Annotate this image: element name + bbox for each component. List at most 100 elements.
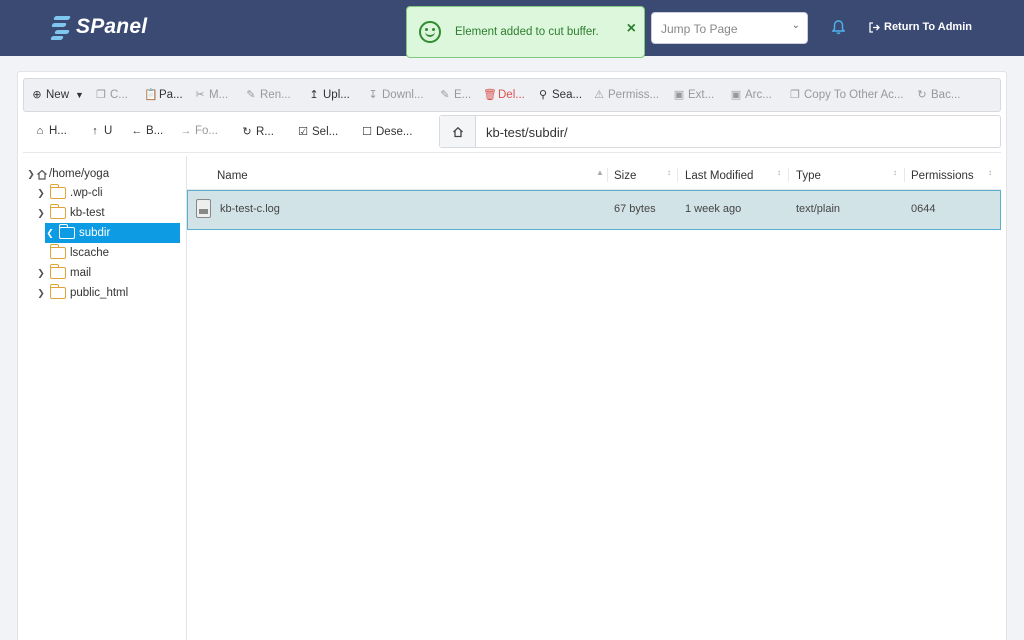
chevron-down-icon: ▼ [75, 89, 84, 100]
search-button[interactable]: ⚲ Sea... [537, 88, 582, 102]
toast-message: Element added to cut buffer. [455, 26, 599, 38]
file-name: kb-test-c.log [220, 203, 280, 215]
search-icon: ⚲ [538, 89, 548, 101]
smile-icon [419, 21, 441, 43]
folder-icon [49, 184, 66, 199]
tree-item-subdir[interactable]: ❮ subdir [45, 223, 180, 243]
folder-icon [49, 204, 66, 219]
file-last-modified: 1 week ago [685, 203, 742, 215]
column-header-name[interactable]: Name [217, 170, 248, 182]
close-icon[interactable]: × [627, 21, 636, 37]
sort-icon[interactable]: ↕ [988, 168, 992, 177]
new-button[interactable]: ⊕ New ▼ [31, 88, 84, 102]
deselect-button[interactable]: ☐ Dese... [361, 125, 412, 139]
folder-icon [49, 284, 66, 299]
up-button[interactable]: ↑ U [89, 125, 112, 137]
tree-root[interactable]: ❯ /home/yoga [26, 164, 109, 184]
spanel-logo[interactable]: SPanel [50, 14, 147, 40]
column-separator [788, 168, 789, 182]
move-button[interactable]: ✂ M... [194, 88, 228, 102]
checkbox-empty-icon: ☐ [362, 126, 372, 138]
refresh-icon: ↻ [917, 89, 927, 101]
extract-button[interactable]: ▣ Ext... [673, 88, 714, 102]
archive-icon: ▣ [730, 89, 742, 101]
file-icon [196, 199, 211, 218]
sort-icon[interactable]: ↕ [667, 168, 671, 177]
tree-root-label: /home/yoga [49, 168, 110, 180]
tree-item-mail[interactable]: ❯ mail [36, 263, 91, 283]
copy-to-other-account-button[interactable]: ❐ Copy To Other Ac... [789, 88, 903, 102]
edit-icon: ✎ [440, 89, 450, 101]
refresh-button[interactable]: ↻ R... [241, 125, 274, 139]
copy-icon: ❐ [96, 89, 106, 101]
copy-button[interactable]: ❐ C... [95, 88, 128, 102]
arrow-right-icon: → [180, 125, 192, 137]
chevron-right-icon: ❯ [27, 168, 35, 179]
column-header-size[interactable]: Size [614, 170, 636, 182]
chevron-down-icon: ❮ [46, 227, 54, 238]
upload-button[interactable]: ↥ Upl... [308, 88, 349, 102]
logo-mark-icon [50, 14, 72, 40]
table-row[interactable] [187, 190, 1001, 230]
folder-icon [58, 224, 75, 239]
tree-item-public-html[interactable]: ❯ public_html [36, 283, 128, 303]
home-button[interactable]: ⌂ H... [34, 125, 67, 137]
pencil-icon: ✎ [246, 89, 256, 101]
delete-button[interactable]: 🗑 Del... [483, 88, 525, 102]
clipboard-icon: 📋 [144, 89, 158, 101]
permissions-button[interactable]: ⚠ Permiss... [593, 88, 659, 102]
arrow-up-icon: ↑ [92, 125, 98, 137]
tree-item-lscache[interactable]: lscache [36, 243, 109, 263]
edit-button[interactable]: ✎ E... [439, 88, 471, 102]
chevron-right-icon: ❯ [37, 287, 45, 298]
forward-button[interactable]: → Fo... [180, 125, 219, 137]
file-permissions: 0644 [911, 203, 936, 215]
select-all-button[interactable]: ☑ Sel... [297, 125, 338, 139]
trash-icon: 🗑 [483, 89, 497, 101]
chevron-down-icon: ⌄ [791, 20, 800, 31]
checkbox-checked-icon: ☑ [298, 126, 308, 138]
download-button[interactable]: ↧ Downl... [367, 88, 423, 102]
current-path: kb-test/subdir/ [486, 125, 568, 140]
plus-circle-icon: ⊕ [32, 89, 42, 101]
column-separator [607, 168, 608, 182]
chevron-right-icon: ❯ [37, 187, 45, 198]
home-icon: ⌂ [36, 125, 44, 137]
back-button[interactable]: ← B... [131, 125, 164, 137]
home-icon[interactable] [440, 116, 476, 147]
archive-button[interactable]: ▣ Arc... [730, 88, 772, 102]
return-to-admin-link[interactable]: Return To Admin [869, 21, 972, 33]
scissors-icon: ✂ [195, 89, 205, 101]
column-header-type[interactable]: Type [796, 170, 821, 182]
divider [23, 152, 1001, 153]
file-size: 67 bytes [614, 203, 656, 215]
folder-icon [49, 244, 66, 259]
tree-item-kb-test[interactable]: ❯ kb-test [36, 203, 105, 223]
return-to-admin-label: Return To Admin [884, 21, 972, 33]
paste-button[interactable]: 📋 Pa... [144, 88, 183, 102]
path-bar[interactable]: kb-test/subdir/ [439, 115, 1001, 148]
download-icon: ↧ [368, 89, 378, 101]
tree-item-wp-cli[interactable]: ❯ .wp-cli [36, 183, 103, 203]
column-header-last-modified[interactable]: Last Modified [685, 170, 753, 182]
rename-button[interactable]: ✎ Ren... [245, 88, 290, 102]
extract-icon: ▣ [673, 89, 685, 101]
home-icon [37, 169, 47, 180]
file-type: text/plain [796, 203, 841, 215]
column-separator [677, 168, 678, 182]
refresh-icon: ↻ [242, 126, 252, 138]
sign-out-icon [869, 21, 880, 33]
chevron-right-icon: ❯ [37, 267, 45, 278]
toast-notification: Element added to cut buffer. × [406, 6, 645, 58]
backup-button[interactable]: ↻ Bac... [916, 88, 960, 102]
bell-icon[interactable] [832, 20, 845, 35]
warning-icon: ⚠ [594, 89, 604, 101]
sort-icon[interactable]: ↕ [777, 168, 781, 177]
column-header-permissions[interactable]: Permissions [911, 170, 974, 182]
sort-asc-icon[interactable]: ▲ [596, 168, 604, 177]
logo-text: SPanel [76, 15, 148, 38]
jump-to-page-select[interactable]: Jump To Page ⌄ [651, 12, 808, 44]
sort-icon[interactable]: ↕ [893, 168, 897, 177]
jump-to-page-placeholder: Jump To Page [661, 22, 738, 36]
column-separator [904, 168, 905, 182]
